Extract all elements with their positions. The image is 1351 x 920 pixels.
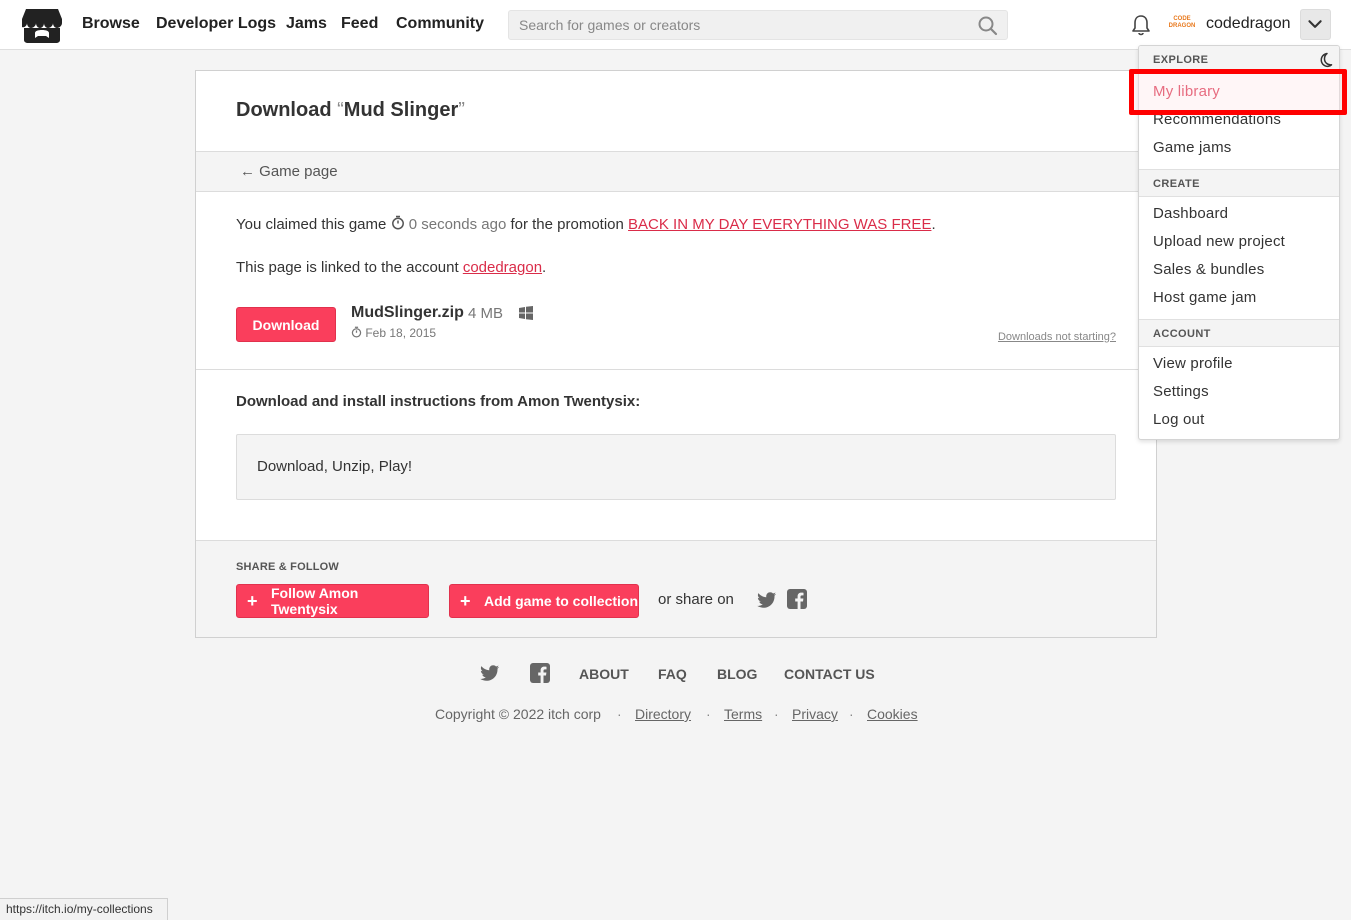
separator-dot: · [617,706,622,722]
menu-log-out[interactable]: Log out [1153,411,1204,428]
search-icon[interactable] [977,15,999,37]
search-bar [508,10,1008,40]
section-create: CREATE [1139,169,1339,197]
account-link[interactable]: codedragon [463,259,542,276]
windows-icon [519,306,533,320]
avatar[interactable]: CODE DRAGON [1168,12,1196,36]
page-title: Download “Mud Slinger” [236,99,465,121]
menu-settings[interactable]: Settings [1153,383,1209,400]
claim-info: You claimed this game 0 seconds ago for … [236,215,936,233]
footer-terms-link[interactable]: Terms [724,706,762,722]
nav-jams[interactable]: Jams [286,15,327,33]
share-label: SHARE & FOLLOW [236,561,340,573]
menu-dashboard[interactable]: Dashboard [1153,205,1228,222]
instructions-text: Download, Unzip, Play! [257,458,413,475]
nav-developer-logs[interactable]: Developer Logs [156,15,276,33]
top-header: Browse Developer Logs Jams Feed Communit… [0,0,1351,50]
arrow-left-icon: ← [240,163,260,180]
footer-faq-link[interactable]: FAQ [658,666,687,682]
search-input[interactable] [509,11,969,39]
footer-about-link[interactable]: ABOUT [579,666,629,682]
nav-browse[interactable]: Browse [82,15,140,33]
follow-button[interactable]: + Follow Amon Twentysix [236,584,429,618]
menu-upload-new-project[interactable]: Upload new project [1153,233,1285,250]
facebook-icon[interactable] [787,589,807,609]
promotion-link[interactable]: BACK IN MY DAY EVERYTHING WAS FREE [628,216,931,233]
file-name: MudSlinger.zip [351,304,464,321]
game-page-bar: ← Game page [196,151,1156,192]
section-account: ACCOUNT [1139,319,1339,347]
nav-feed[interactable]: Feed [341,15,378,33]
menu-game-jams[interactable]: Game jams [1153,139,1232,156]
nav-community[interactable]: Community [396,15,484,33]
instructions-box: Download, Unzip, Play! [236,434,1116,500]
status-bar-url: https://itch.io/my-collections [0,898,168,920]
download-button[interactable]: Download [236,307,336,342]
download-card: Download “Mud Slinger” ← Game page You c… [195,70,1157,638]
file-date: Feb 18, 2015 [351,326,436,340]
moon-icon[interactable] [1317,52,1333,68]
stopwatch-icon [351,326,362,338]
username[interactable]: codedragon [1206,15,1291,33]
game-page-link[interactable]: ← Game page [240,163,338,180]
stopwatch-icon [391,215,404,230]
share-follow-section: SHARE & FOLLOW + Follow Amon Twentysix + A… [196,540,1156,637]
separator-dot: · [706,706,711,722]
itch-logo-icon[interactable] [22,7,62,43]
plus-icon: + [247,591,258,611]
menu-view-profile[interactable]: View profile [1153,355,1233,372]
footer-contact-link[interactable]: CONTACT US [784,666,875,682]
divider [196,369,1156,370]
bell-icon[interactable] [1130,13,1152,37]
add-to-collection-button[interactable]: + Add game to collection [449,584,639,618]
linked-account-info: This page is linked to the account coded… [236,259,547,276]
highlight-annotation [1129,69,1347,115]
menu-sales-bundles[interactable]: Sales & bundles [1153,261,1264,278]
separator-dot: · [849,706,854,722]
footer-directory-link[interactable]: Directory [635,706,691,722]
downloads-not-starting-link[interactable]: Downloads not starting? [998,331,1116,343]
copyright: Copyright © 2022 itch corp [435,706,601,722]
facebook-icon[interactable] [530,663,550,683]
footer-privacy-link[interactable]: Privacy [792,706,838,722]
share-on-label: or share on [658,591,734,608]
instructions-title: Download and install instructions from A… [236,393,641,410]
separator-dot: · [774,706,779,722]
plus-icon: + [460,591,471,611]
file-size: 4 MB [468,305,504,322]
user-menu-toggle[interactable] [1300,9,1331,40]
menu-host-game-jam[interactable]: Host game jam [1153,289,1256,306]
footer-cookies-link[interactable]: Cookies [867,706,918,722]
footer-blog-link[interactable]: BLOG [717,666,757,682]
twitter-icon[interactable] [480,663,500,683]
twitter-icon[interactable] [757,590,777,610]
chevron-down-icon [1308,20,1322,28]
